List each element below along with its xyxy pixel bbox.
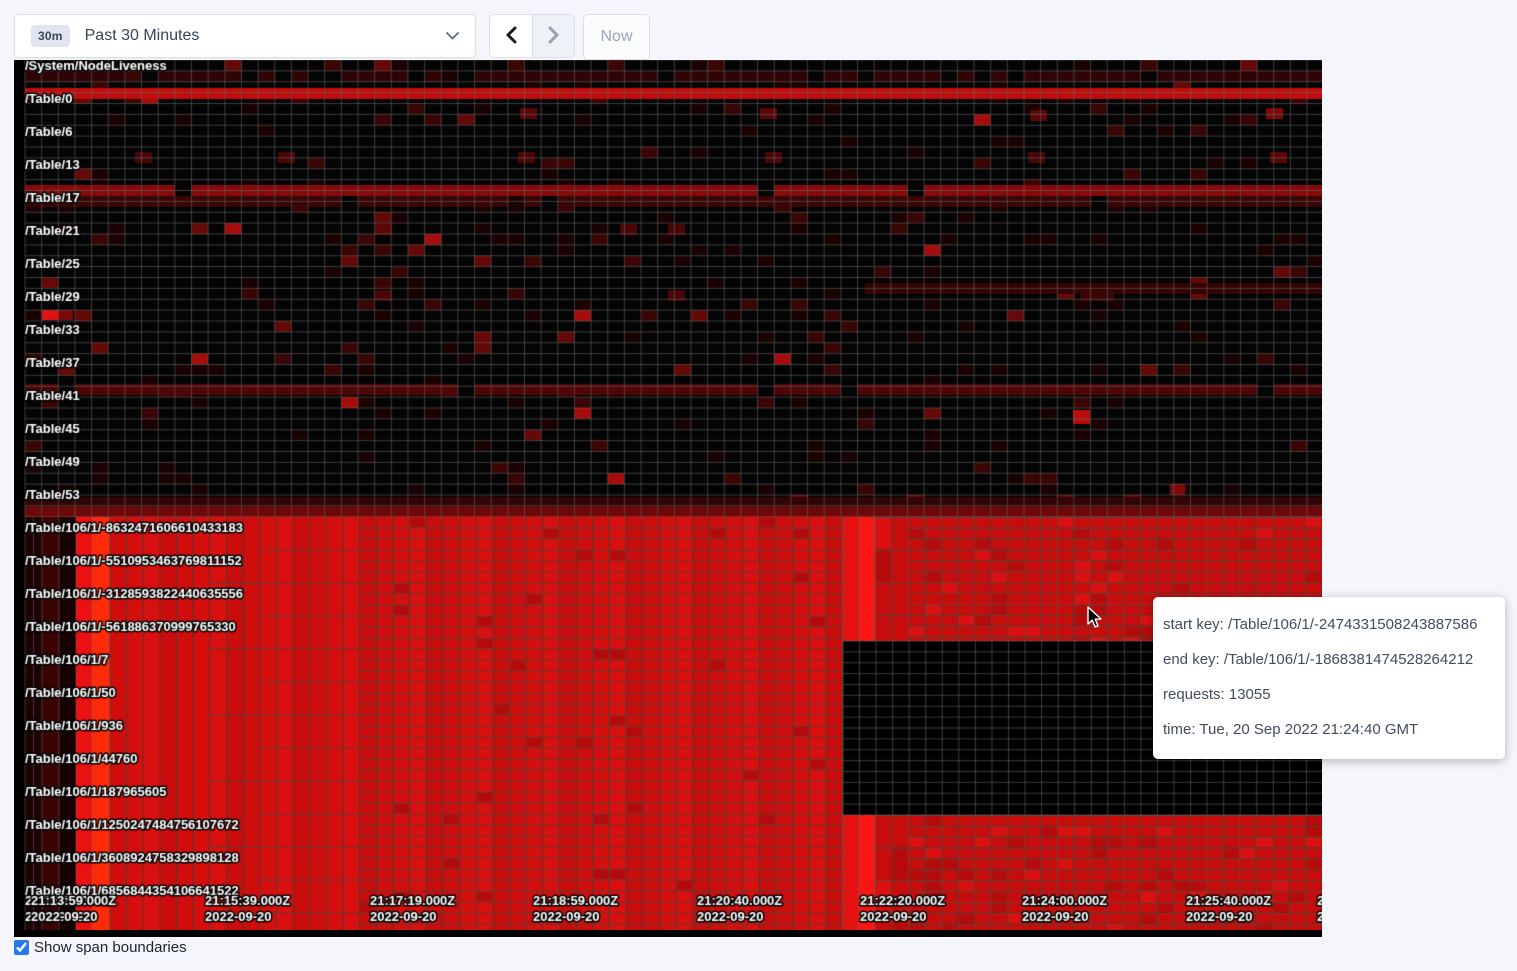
time-range-badge: 30m xyxy=(31,25,70,47)
key-visualizer-heatmap[interactable] xyxy=(14,60,1322,930)
chevron-right-icon xyxy=(548,26,560,47)
now-button[interactable]: Now xyxy=(583,14,650,60)
span-boundaries-row: Show span boundaries xyxy=(14,939,187,956)
time-range-label: Past 30 Minutes xyxy=(85,27,200,45)
show-span-boundaries-label: Show span boundaries xyxy=(34,939,187,956)
time-range-dropdown[interactable]: 30m Past 30 Minutes xyxy=(14,14,476,58)
previous-time-button[interactable] xyxy=(490,15,532,57)
key-visualizer-panel xyxy=(14,60,1322,937)
show-span-boundaries-checkbox[interactable] xyxy=(14,940,29,955)
cell-tooltip: start key: /Table/106/1/-247433150824388… xyxy=(1153,597,1505,759)
next-time-button[interactable] xyxy=(532,15,574,57)
tooltip-end-key: end key: /Table/106/1/-18683814745282642… xyxy=(1163,643,1495,678)
tooltip-time: time: Tue, 20 Sep 2022 21:24:40 GMT xyxy=(1163,713,1495,748)
chevron-down-icon xyxy=(446,32,459,40)
time-nav-group xyxy=(489,14,575,58)
tooltip-start-key: start key: /Table/106/1/-247433150824388… xyxy=(1163,608,1495,643)
tooltip-requests: requests: 13055 xyxy=(1163,678,1495,713)
chevron-left-icon xyxy=(505,26,517,47)
